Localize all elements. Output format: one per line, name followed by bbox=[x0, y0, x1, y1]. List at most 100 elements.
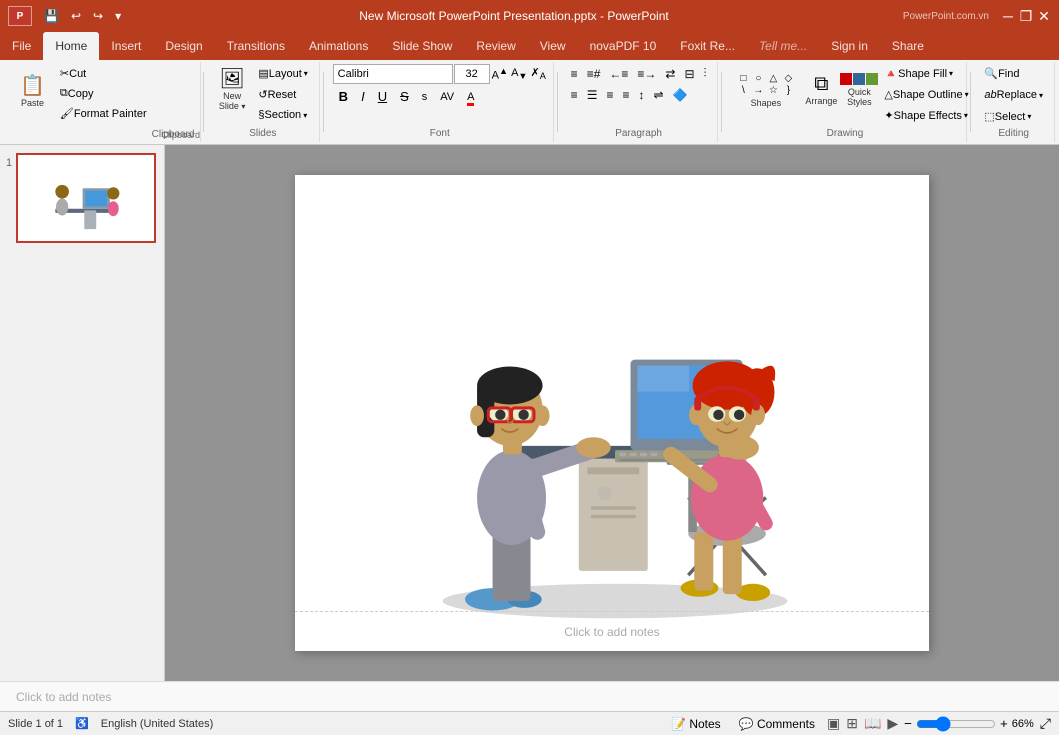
bold-button[interactable]: B bbox=[333, 87, 354, 106]
zoom-in-button[interactable]: + bbox=[1000, 716, 1008, 731]
window-controls: PowerPoint.com.vn ─ ❐ ✕ bbox=[903, 9, 1051, 23]
increase-indent-button[interactable]: ≡→ bbox=[633, 65, 660, 83]
shape-1: □ bbox=[736, 73, 750, 84]
text-convert-button[interactable]: ⇌ bbox=[649, 86, 667, 104]
new-slide-label: NewSlide ▾ bbox=[219, 91, 246, 111]
editing-content: 🔍 Find ab Replace ▾ ⬚ Select ▾ bbox=[979, 64, 1048, 126]
tab-transitions[interactable]: Transitions bbox=[215, 32, 297, 60]
strikethrough-button[interactable]: S bbox=[394, 87, 415, 106]
cut-icon: ✂ bbox=[60, 67, 69, 80]
accessibility-icon[interactable]: ♿ bbox=[75, 717, 89, 730]
clear-formatting-button[interactable]: ✗A bbox=[529, 65, 546, 82]
click-to-add-notes[interactable]: Click to add notes bbox=[295, 611, 929, 651]
quick-styles-label: QuickStyles bbox=[847, 87, 872, 107]
cut-button[interactable]: ✂ Cut bbox=[55, 64, 152, 83]
style-cell-2 bbox=[853, 73, 865, 85]
arrange-button[interactable]: ⧉ Arrange bbox=[803, 64, 839, 116]
tab-share[interactable]: Share bbox=[880, 32, 936, 60]
tab-design[interactable]: Design bbox=[153, 32, 214, 60]
smart-art-button[interactable]: 🔷 bbox=[669, 86, 692, 104]
minimize-button[interactable]: ─ bbox=[1001, 9, 1015, 23]
comments-button[interactable]: 💬 Comments bbox=[733, 715, 821, 733]
char-spacing-button[interactable]: AV bbox=[434, 89, 460, 105]
tab-foxit[interactable]: Foxit Re... bbox=[668, 32, 747, 60]
normal-view-icon[interactable]: ▣ bbox=[827, 715, 840, 732]
italic-button[interactable]: I bbox=[355, 87, 371, 106]
shape-5: \ bbox=[736, 85, 750, 96]
style-cell-1 bbox=[840, 73, 852, 85]
tab-view[interactable]: View bbox=[528, 32, 578, 60]
new-slide-icon: 🖼 bbox=[219, 69, 244, 89]
divider-2 bbox=[323, 72, 324, 132]
tab-sign-in[interactable]: Sign in bbox=[819, 32, 880, 60]
save-quick-btn[interactable]: 💾 bbox=[40, 7, 63, 25]
format-painter-button[interactable]: 🖌 Format Painter bbox=[55, 104, 152, 123]
slide-show-icon[interactable]: ▶ bbox=[887, 715, 898, 732]
shape-fill-button[interactable]: 🔺 Shape Fill ▾ bbox=[879, 64, 973, 83]
shapes-button[interactable]: □ ○ △ ◇ \ → ☆ } Shapes bbox=[730, 64, 801, 116]
align-right-button[interactable]: ≡ bbox=[602, 86, 617, 104]
font-name-input[interactable] bbox=[333, 64, 453, 84]
slide-1-thumbnail[interactable] bbox=[16, 153, 156, 243]
clipboard-actions: ✂ Cut ⧉ Copy 🖌 Format Painter bbox=[55, 64, 152, 140]
tab-slideshow[interactable]: Slide Show bbox=[380, 32, 464, 60]
editing-group: 🔍 Find ab Replace ▾ ⬚ Select ▾ Editing bbox=[973, 62, 1055, 142]
justify-button[interactable]: ≡ bbox=[618, 86, 633, 104]
tab-home[interactable]: Home bbox=[43, 32, 99, 60]
quick-styles-button[interactable]: QuickStyles bbox=[841, 64, 877, 116]
zoom-out-button[interactable]: − bbox=[904, 716, 912, 731]
slide-sorter-icon[interactable]: ⊞ bbox=[846, 715, 858, 732]
paste-icon: 📋 bbox=[20, 76, 45, 96]
columns-button[interactable]: ⫶ bbox=[700, 64, 711, 83]
numbering-button[interactable]: ≡# bbox=[583, 65, 605, 83]
notes-area[interactable]: Click to add notes bbox=[0, 681, 1059, 711]
line-spacing-button[interactable]: ↕ bbox=[634, 86, 648, 104]
replace-button[interactable]: ab Replace ▾ bbox=[979, 86, 1048, 104]
tab-insert[interactable]: Insert bbox=[99, 32, 153, 60]
increase-font-size-button[interactable]: A▲ bbox=[491, 65, 509, 83]
shape-outline-button[interactable]: △ Shape Outline ▾ bbox=[879, 85, 973, 104]
tab-review[interactable]: Review bbox=[464, 32, 527, 60]
align-center-button[interactable]: ☰ bbox=[583, 86, 602, 104]
tab-novapdf[interactable]: novaPDF 10 bbox=[578, 32, 669, 60]
drawing-group: □ ○ △ ◇ \ → ☆ } Shapes ⧉ Arr bbox=[724, 62, 966, 142]
select-button[interactable]: ⬚ Select ▾ bbox=[979, 107, 1036, 126]
align-left-button[interactable]: ≡ bbox=[567, 86, 582, 104]
zoom-slider[interactable] bbox=[916, 716, 996, 732]
shape-effects-button[interactable]: ✦ Shape Effects ▾ bbox=[879, 106, 973, 125]
redo-quick-btn[interactable]: ↪ bbox=[89, 7, 107, 25]
decrease-font-size-button[interactable]: A▼ bbox=[510, 66, 528, 82]
tab-animations[interactable]: Animations bbox=[297, 32, 380, 60]
text-direction-button[interactable]: ⇄ bbox=[661, 65, 679, 83]
undo-quick-btn[interactable]: ↩ bbox=[67, 7, 85, 25]
close-button[interactable]: ✕ bbox=[1037, 9, 1051, 23]
tab-tell-me[interactable]: Tell me... bbox=[747, 32, 819, 60]
slide-panel: 1 bbox=[0, 145, 165, 681]
tab-file[interactable]: File bbox=[0, 32, 43, 60]
shape-3: △ bbox=[766, 73, 780, 84]
find-button[interactable]: 🔍 Find bbox=[979, 64, 1024, 83]
text-shadow-button[interactable]: s bbox=[416, 89, 434, 105]
notes-button[interactable]: 📝 Notes bbox=[665, 715, 727, 733]
new-slide-button[interactable]: 🖼 NewSlide ▾ bbox=[213, 64, 252, 116]
font-size-input[interactable] bbox=[454, 64, 490, 84]
section-button[interactable]: § Section ▾ bbox=[253, 106, 312, 124]
bullets-button[interactable]: ≡ bbox=[567, 65, 582, 83]
customize-quick-btn[interactable]: ▾ bbox=[111, 7, 125, 25]
paragraph-content: ≡ ≡# ←≡ ≡→ ⇄ ⊟ ⫶ ≡ ☰ ≡ ≡ ↕ ⇌ 🔷 bbox=[567, 64, 711, 126]
restore-button[interactable]: ❐ bbox=[1019, 9, 1033, 23]
underline-button[interactable]: U bbox=[372, 87, 393, 106]
slide-canvas[interactable]: Click to add notes bbox=[295, 175, 929, 651]
reading-view-icon[interactable]: 📖 bbox=[864, 715, 881, 732]
layout-button[interactable]: ▤ Layout ▾ bbox=[253, 64, 312, 83]
copy-button[interactable]: ⧉ Copy bbox=[55, 84, 152, 103]
align-text-button[interactable]: ⊟ bbox=[680, 65, 698, 83]
divider-1 bbox=[203, 72, 204, 132]
select-icon: ⬚ bbox=[984, 110, 994, 123]
canvas-area[interactable]: Click to add notes bbox=[165, 145, 1059, 681]
font-color-button[interactable]: A bbox=[461, 89, 480, 105]
decrease-indent-button[interactable]: ←≡ bbox=[605, 65, 632, 83]
reset-button[interactable]: ↺ Reset bbox=[253, 85, 312, 104]
paste-button[interactable]: 📋 Paste bbox=[14, 66, 51, 118]
fit-slide-button[interactable]: ⤢ bbox=[1040, 715, 1051, 732]
